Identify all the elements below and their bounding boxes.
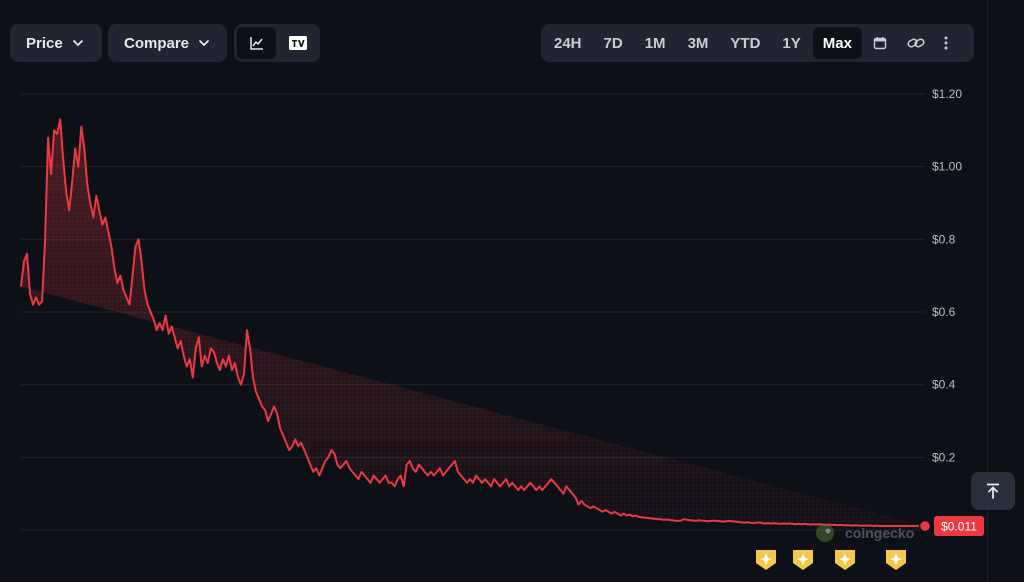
coingecko-wordmark: coingecko (845, 525, 914, 541)
y-tick-label: $0.8 (932, 232, 956, 246)
event-marker-icon[interactable] (835, 550, 855, 570)
price-chart[interactable]: $1.20 $1.00 $0.8 $0.6 $0.4 $0.2 coingecko $0.… (0, 0, 1024, 582)
y-tick-label: $1.20 (932, 87, 962, 101)
event-marker-icon[interactable] (793, 550, 813, 570)
current-price-badge: $0.011 (934, 516, 984, 536)
coingecko-logo-eye (825, 528, 831, 534)
arrow-up-to-line-icon (987, 483, 999, 499)
event-markers (756, 550, 906, 570)
coingecko-watermark: coingecko (816, 524, 914, 542)
y-tick-label: $1.00 (932, 160, 962, 174)
coingecko-logo-icon (816, 524, 834, 542)
y-tick-label: $0.4 (932, 378, 956, 392)
event-marker-icon[interactable] (756, 550, 776, 570)
y-axis: $1.20 $1.00 $0.8 $0.6 $0.4 $0.2 (932, 87, 962, 464)
price-area-pattern (21, 119, 925, 527)
scroll-to-top-button[interactable] (971, 472, 1015, 510)
y-tick-label: $0.2 (932, 450, 956, 464)
current-price-label: $0.011 (941, 520, 977, 534)
y-tick-label: $0.6 (932, 305, 956, 319)
event-marker-icon[interactable] (886, 550, 906, 570)
current-price-dot (918, 519, 932, 533)
